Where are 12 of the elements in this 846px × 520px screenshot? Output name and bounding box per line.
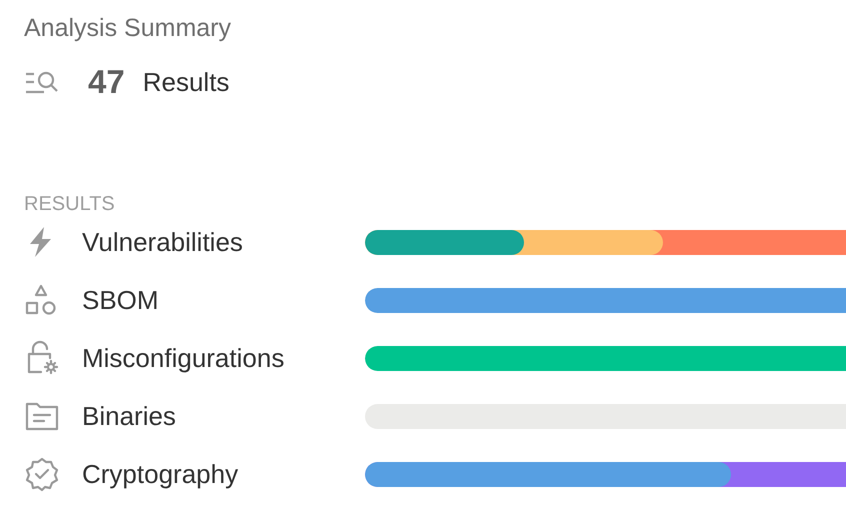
- result-label: SBOM: [82, 284, 160, 316]
- result-label: Vulnerabilities: [82, 226, 244, 258]
- panel-title: Analysis Summary: [24, 13, 232, 44]
- shapes-icon: [24, 283, 58, 317]
- result-label: Cryptography: [82, 458, 240, 490]
- results-label: Results: [142, 66, 230, 98]
- result-label: Binaries: [82, 400, 177, 432]
- results-count: 47: [88, 63, 125, 100]
- section-heading: RESULTS: [24, 192, 116, 217]
- badge-check-icon: [24, 456, 60, 492]
- result-label: Misconfigurations: [82, 342, 286, 374]
- folder-icon: [24, 400, 60, 432]
